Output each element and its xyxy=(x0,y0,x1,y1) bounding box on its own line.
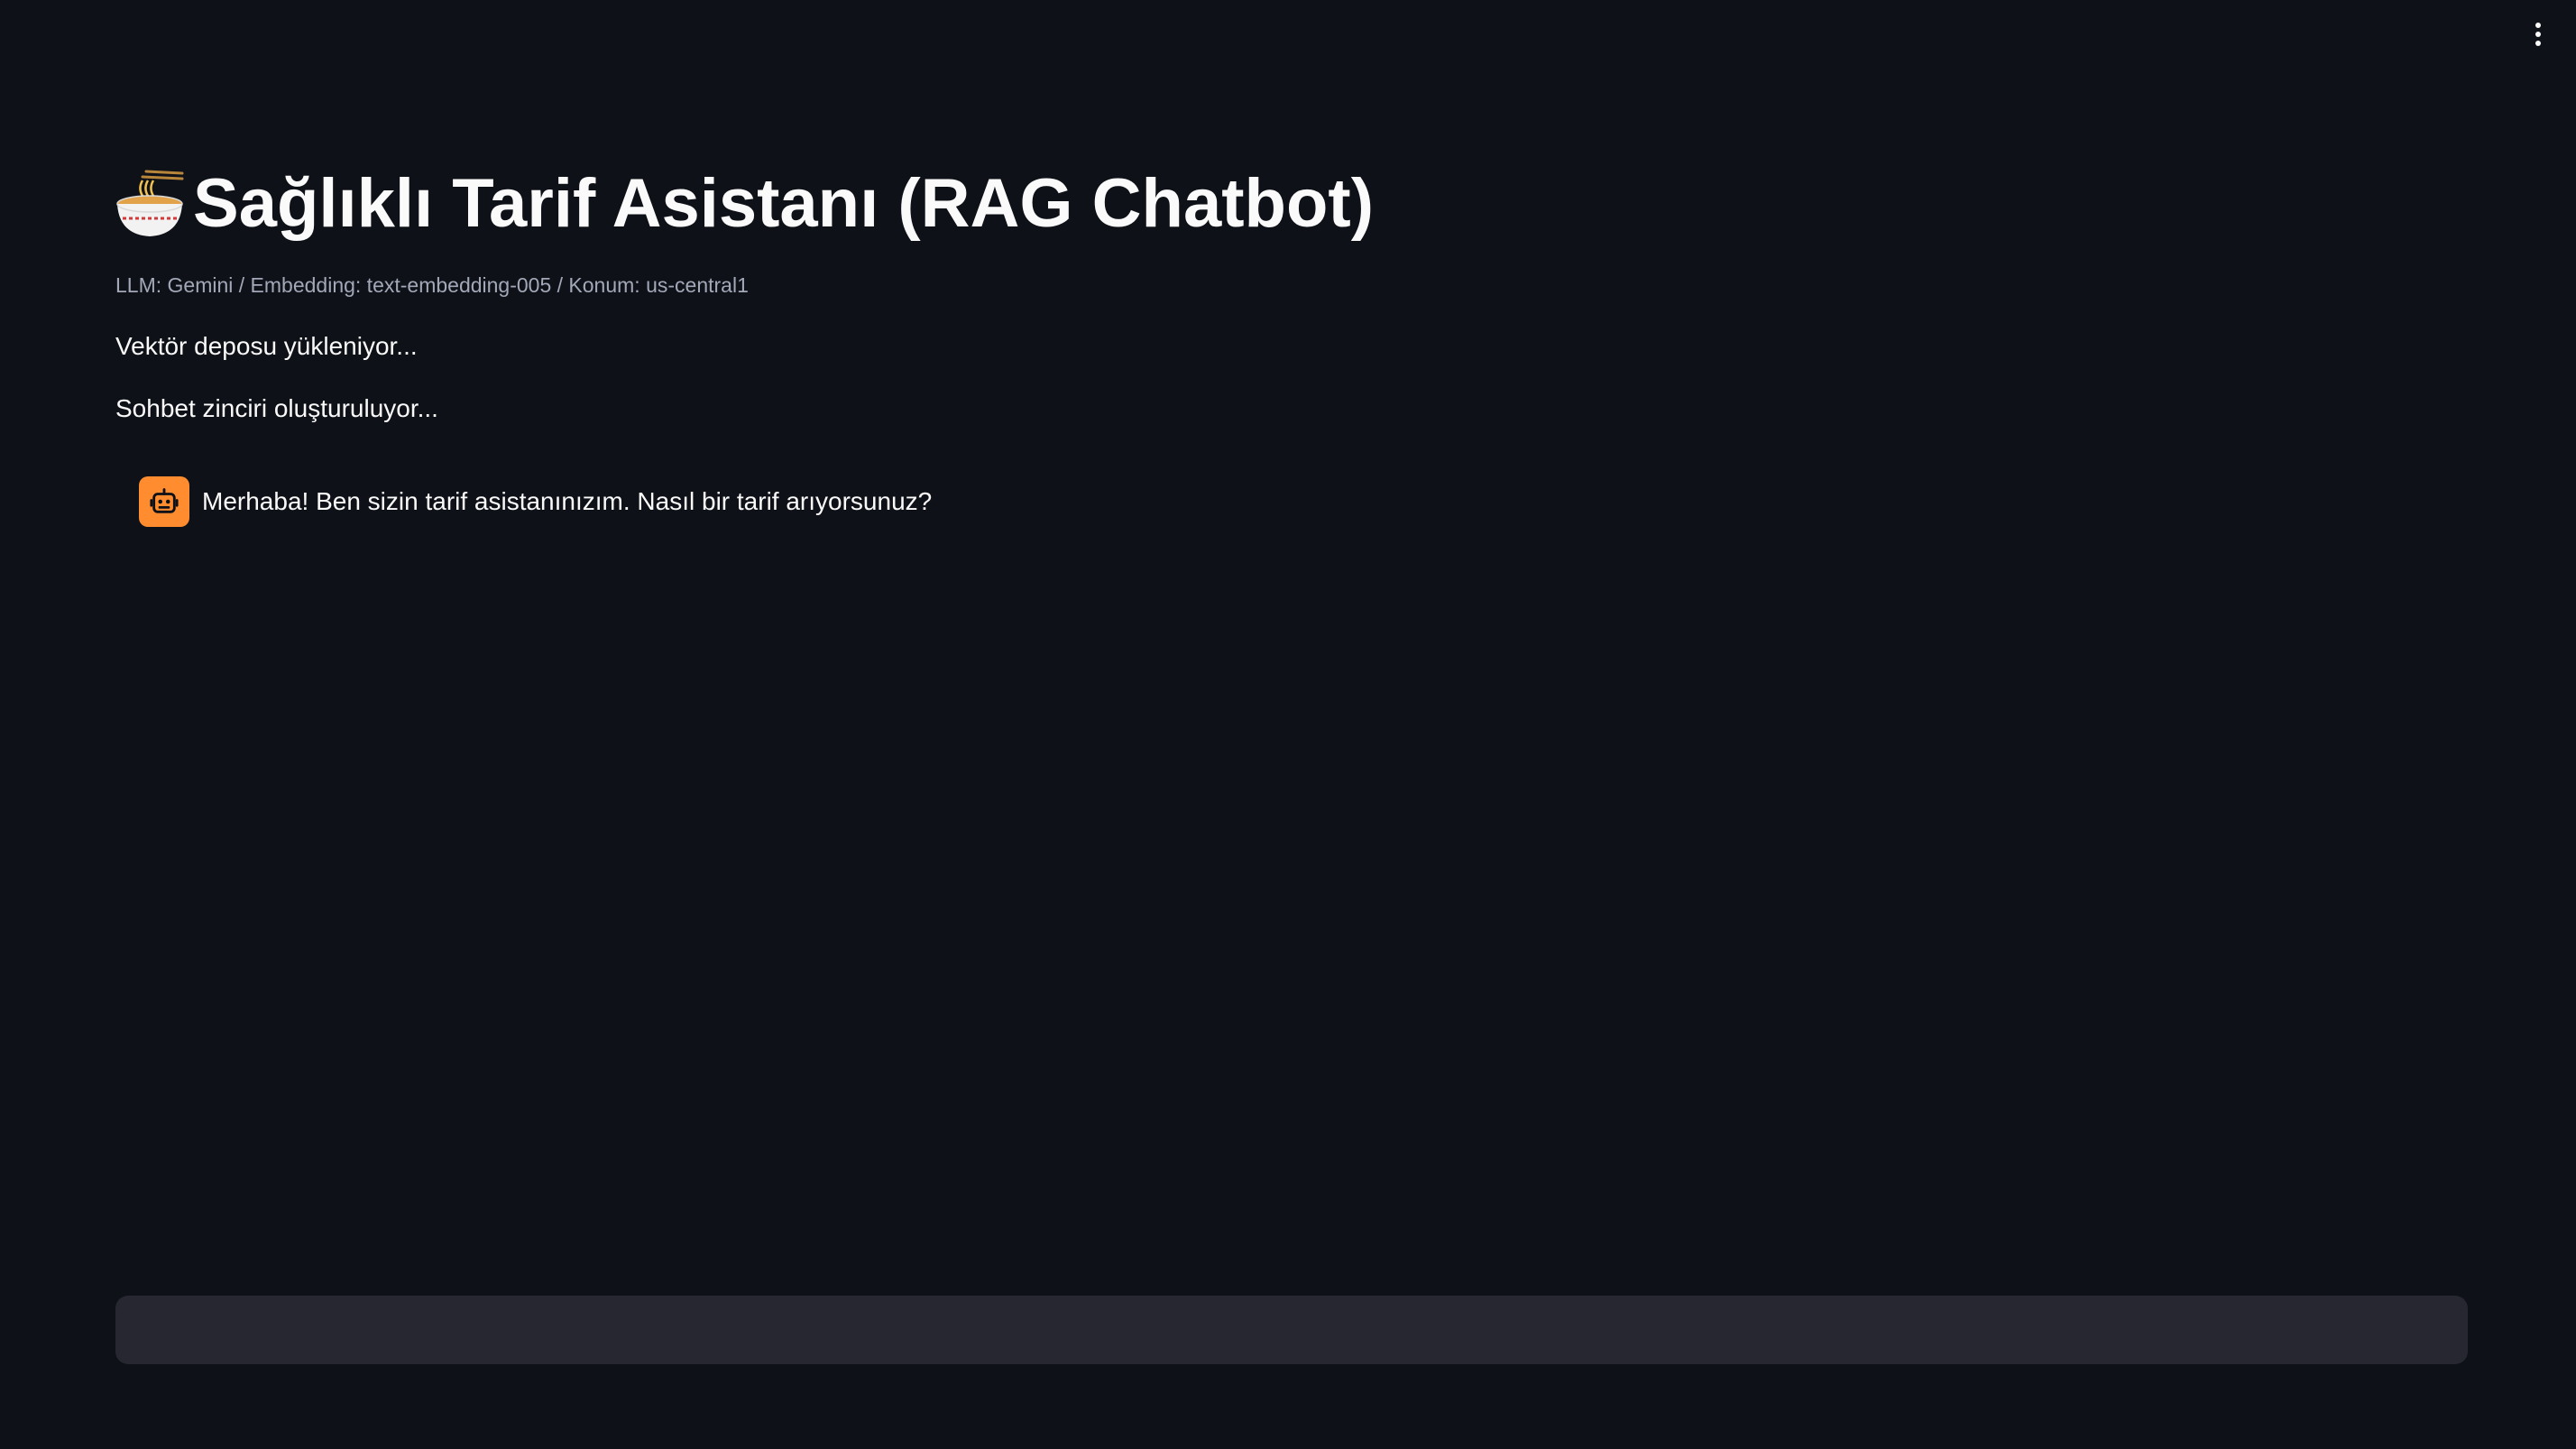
vertical-ellipsis-icon-dot xyxy=(2535,41,2541,46)
vertical-ellipsis-icon-dot xyxy=(2535,32,2541,37)
chain-status: Sohbet zinciri oluşturuluyor... xyxy=(115,394,438,422)
model-info-caption: LLM: Gemini / Embedding: text-embedding-… xyxy=(115,273,749,297)
vertical-ellipsis-icon xyxy=(2535,23,2541,28)
assistant-avatar xyxy=(139,476,189,527)
main-menu-button[interactable] xyxy=(2520,16,2556,52)
chat-input-container xyxy=(115,1296,2468,1364)
page-title-text: Sağlıklı Tarif Asistanı (RAG Chatbot) xyxy=(193,165,1374,242)
app-root: Sağlıklı Tarif Asistanı (RAG Chatbot) LL… xyxy=(0,0,2576,1449)
robot-icon xyxy=(150,488,179,513)
assistant-message-text: Merhaba! Ben sizin tarif asistanınızım. … xyxy=(202,487,933,515)
steaming-bowl-icon xyxy=(116,170,184,236)
page-title: Sağlıklı Tarif Asistanı (RAG Chatbot) xyxy=(115,161,1374,247)
chat-input[interactable] xyxy=(115,1296,2468,1364)
assistant-message: Merhaba! Ben sizin tarif asistanınızım. … xyxy=(139,476,932,527)
vector-store-status: Vektör deposu yükleniyor... xyxy=(115,332,418,360)
